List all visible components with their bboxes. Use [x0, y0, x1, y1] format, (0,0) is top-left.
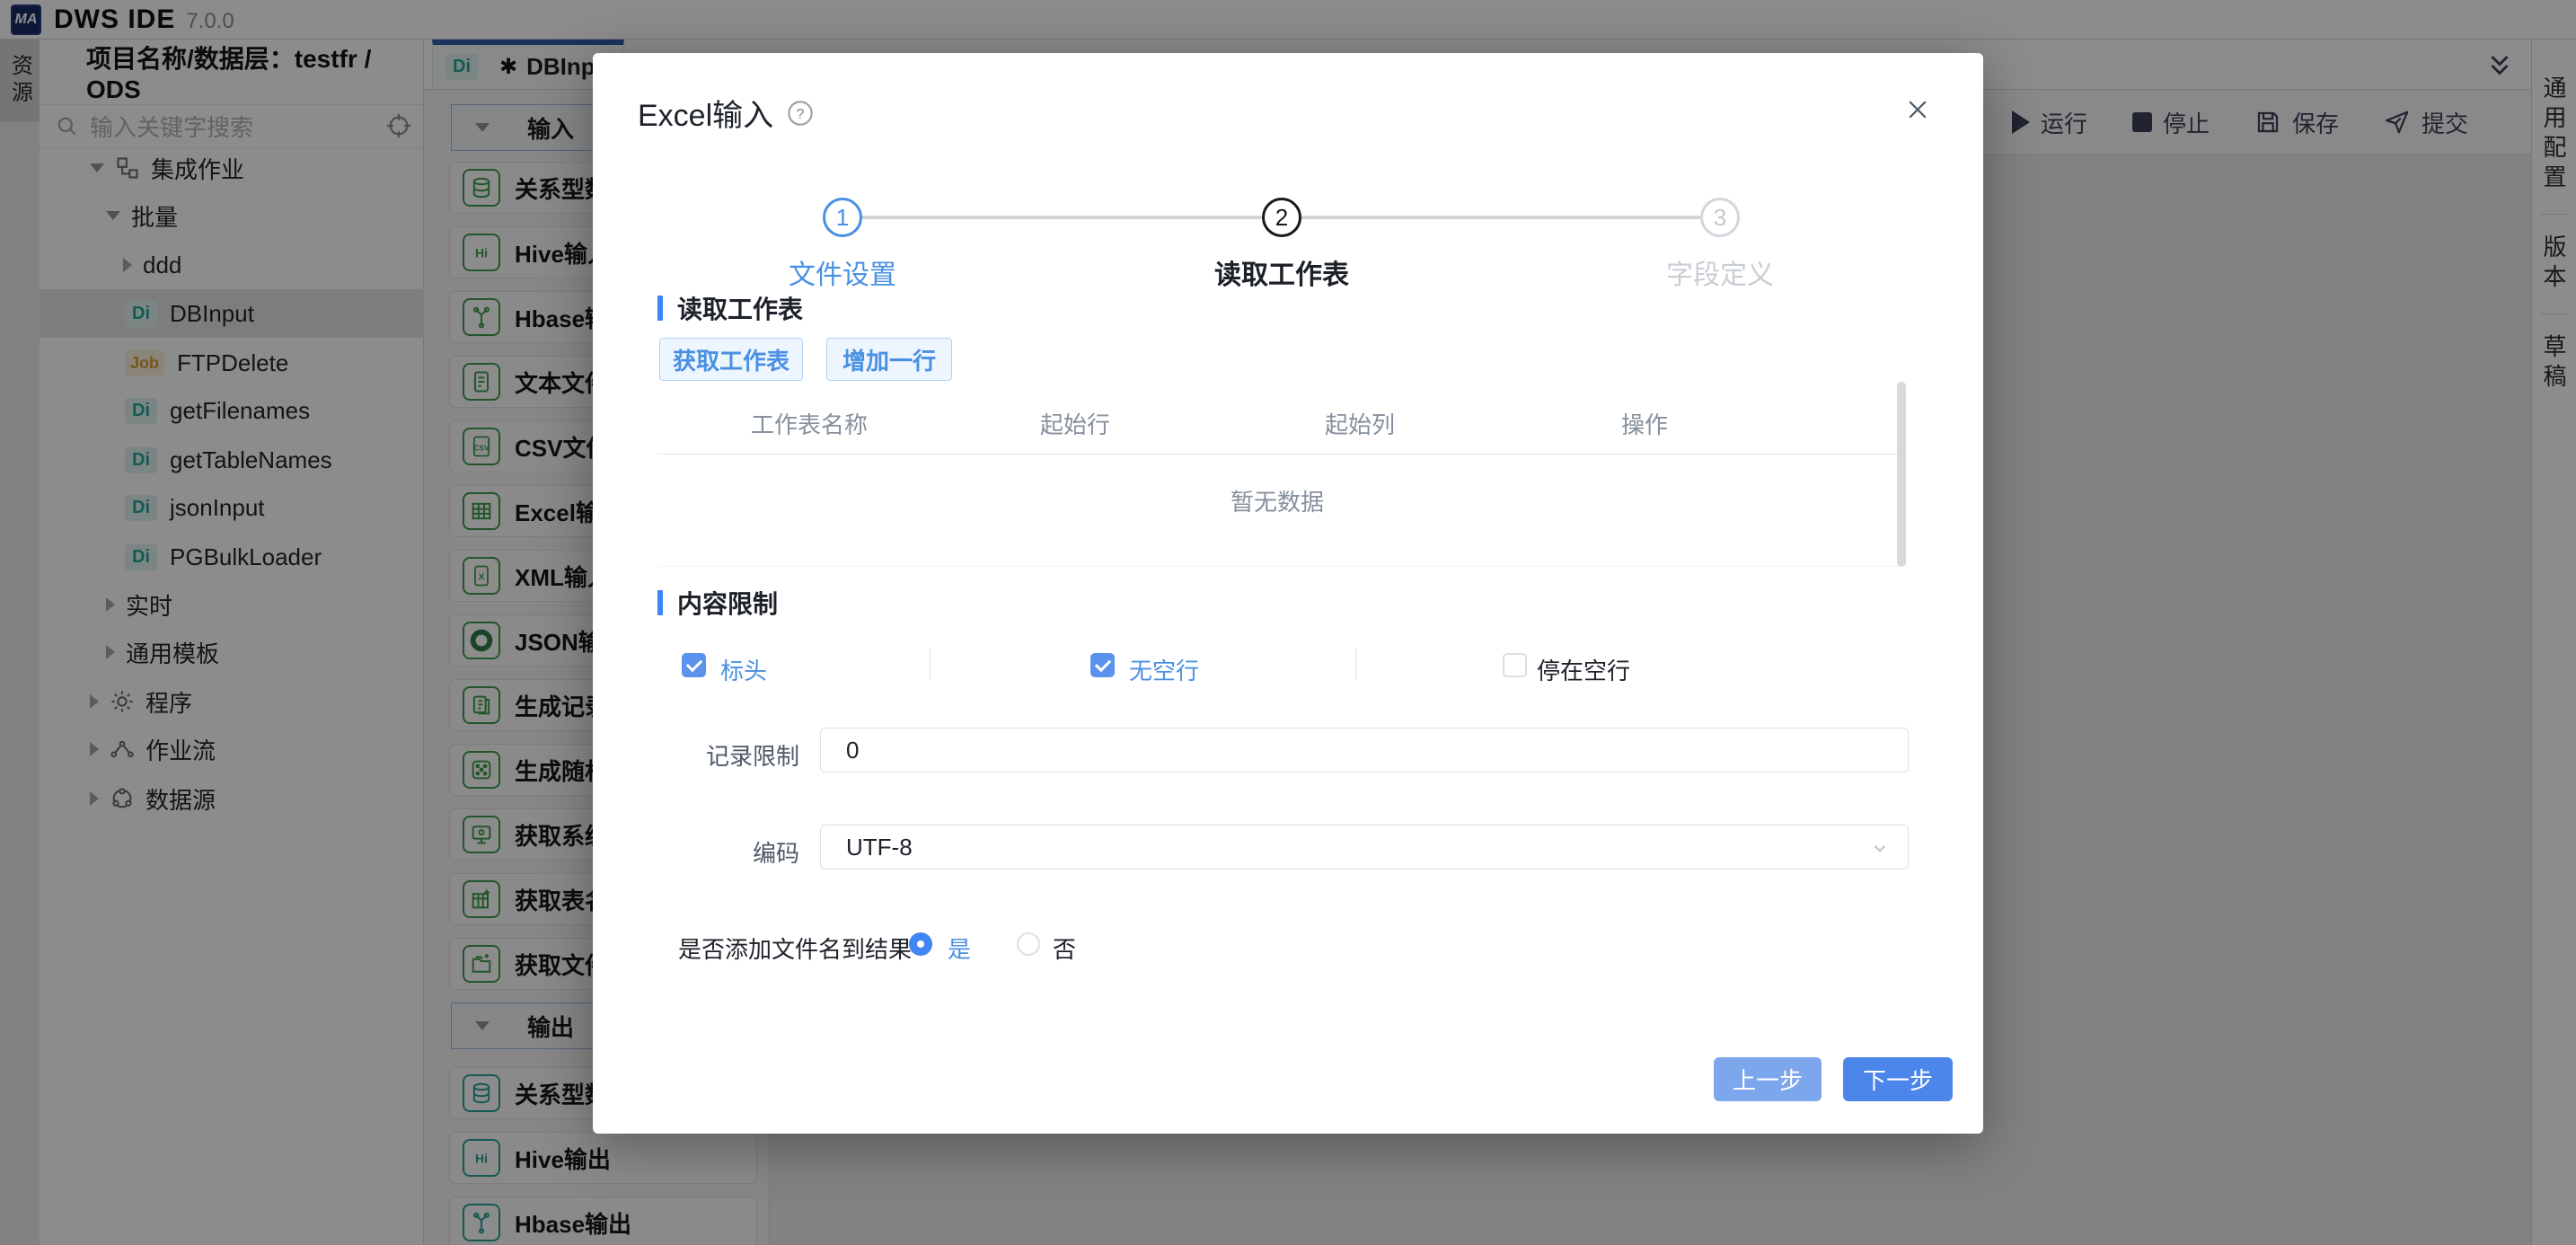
help-icon[interactable]: ?: [786, 99, 815, 128]
encoding-select[interactable]: UTF-8: [820, 825, 1909, 870]
record-limit-input[interactable]: 0: [820, 728, 1909, 773]
table-header-divider: [657, 454, 1901, 455]
add-filename-no-label[interactable]: 否: [1053, 932, 1076, 965]
add-filename-no-radio[interactable]: [1017, 932, 1040, 956]
column-header-start-row: 起始行: [1040, 407, 1110, 440]
modal-header: Excel输入 ?: [638, 91, 815, 135]
step-connector: [1301, 216, 1700, 219]
add-filename-yes-label[interactable]: 是: [948, 932, 971, 965]
fetch-sheets-button[interactable]: 获取工作表: [659, 338, 803, 381]
record-limit-label: 记录限制: [593, 738, 799, 772]
next-step-button[interactable]: 下一步: [1843, 1057, 1953, 1101]
header-checkbox[interactable]: [682, 653, 706, 677]
step-3-circle[interactable]: 3: [1700, 198, 1740, 237]
table-bottom-divider: [657, 566, 1901, 567]
step-connector: [862, 216, 1262, 219]
dws-ide-app: MA DWS IDE 7.0.0 资源 项目名称/数据层：testfr / OD…: [0, 0, 2576, 1245]
step-3-label: 字段定义: [1576, 252, 1864, 292]
previous-step-button[interactable]: 上一步: [1714, 1057, 1822, 1101]
chevron-down-icon: [1868, 836, 1892, 860]
add-row-button[interactable]: 增加一行: [826, 338, 952, 381]
modal-title: Excel输入: [638, 91, 773, 135]
stop-on-empty-row-checkbox-label[interactable]: 停在空行: [1537, 653, 1630, 686]
column-header-sheet-name: 工作表名称: [751, 407, 868, 440]
column-header-start-col: 起始列: [1325, 407, 1395, 440]
add-filename-label: 是否添加文件名到结果: [678, 932, 912, 965]
svg-text:?: ?: [797, 107, 805, 122]
add-filename-yes-radio[interactable]: [909, 932, 932, 956]
stop-on-empty-row-checkbox[interactable]: [1503, 653, 1527, 677]
step-2-circle[interactable]: 2: [1262, 198, 1301, 237]
no-empty-rows-checkbox-label[interactable]: 无空行: [1129, 653, 1199, 686]
step-2-label: 读取工作表: [1138, 252, 1425, 292]
close-icon[interactable]: [1904, 96, 1931, 123]
table-scrollbar[interactable]: [1897, 382, 1906, 567]
record-limit-value: 0: [846, 737, 859, 764]
header-checkbox-label[interactable]: 标头: [720, 653, 767, 686]
divider: [930, 648, 931, 680]
no-empty-rows-checkbox[interactable]: [1090, 653, 1115, 677]
section-read-sheets: 读取工作表: [657, 290, 803, 326]
section-content-limits: 内容限制: [657, 585, 778, 621]
encoding-label: 编码: [593, 835, 799, 869]
encoding-value: UTF-8: [846, 834, 913, 861]
divider: [1355, 648, 1356, 680]
table-empty-state: 暂无数据: [1142, 484, 1412, 517]
column-header-actions: 操作: [1621, 407, 1668, 440]
step-1-label[interactable]: 文件设置: [699, 252, 986, 292]
excel-input-modal: Excel输入 ? 1 2 3 文件设置 读取工作表 字段定义 读取工作表 获取…: [593, 53, 1983, 1134]
step-1-circle[interactable]: 1: [823, 198, 862, 237]
